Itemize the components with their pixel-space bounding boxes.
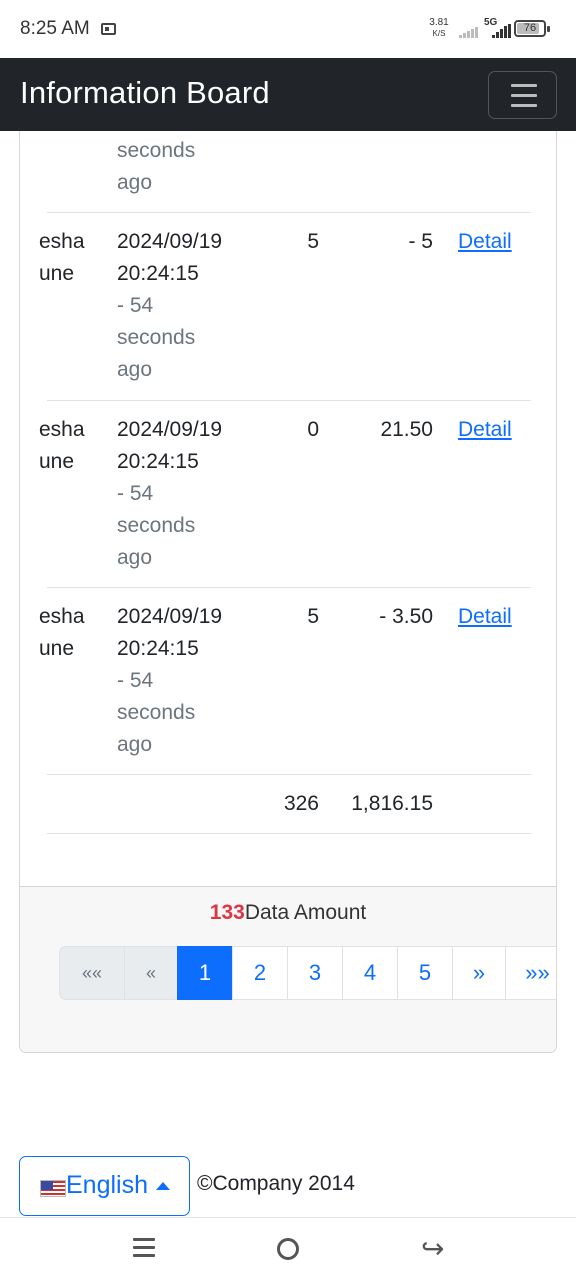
last-page-button[interactable]: »» bbox=[505, 946, 556, 1000]
battery-level: 76 bbox=[523, 22, 537, 34]
table-row-partial: seconds ago bbox=[47, 131, 531, 213]
amount-cell: 21.50 bbox=[380, 418, 433, 441]
data-count: 133 bbox=[209, 901, 245, 924]
wifi-signal-icon bbox=[459, 24, 479, 38]
data-amount-summary: 133Data Amount bbox=[20, 901, 556, 925]
hamburger-menu-icon bbox=[511, 84, 537, 87]
table-row: esha une 2024/09/19 20:24:15 - 54 second… bbox=[39, 213, 531, 401]
copyright-text: ©Company 2014 bbox=[197, 1172, 355, 1195]
amount-cell: - 5 bbox=[408, 230, 433, 253]
quantity-cell: 0 bbox=[307, 418, 319, 441]
date-cell: 2024/09/19 20:24:15 - 54 seconds ago bbox=[117, 605, 223, 756]
recent-apps-icon[interactable] bbox=[133, 1238, 155, 1258]
network-speed-unit: K/S bbox=[432, 29, 446, 38]
detail-link[interactable]: Detail bbox=[458, 601, 512, 633]
table-row: esha une 2024/09/19 20:24:15 - 54 second… bbox=[39, 401, 531, 588]
caret-up-icon bbox=[156, 1182, 170, 1190]
page-5-button[interactable]: 5 bbox=[397, 946, 453, 1000]
navbar-brand[interactable]: Information Board bbox=[20, 75, 270, 111]
top-navbar: Information Board bbox=[0, 58, 576, 131]
language-select-button[interactable]: English bbox=[19, 1156, 190, 1216]
detail-link[interactable]: Detail bbox=[458, 226, 512, 258]
prev-page-button[interactable]: « bbox=[124, 946, 178, 1000]
table-row: esha une 2024/09/19 20:24:15 - 54 second… bbox=[39, 588, 531, 775]
page-1-button[interactable]: 1 bbox=[177, 946, 233, 1000]
back-icon[interactable]: ↩ bbox=[421, 1232, 444, 1265]
home-icon[interactable] bbox=[277, 1238, 299, 1260]
us-flag-icon bbox=[40, 1180, 66, 1197]
next-page-button[interactable]: » bbox=[452, 946, 506, 1000]
system-navigation-bar: ↩ bbox=[0, 1217, 576, 1280]
table-totals-row: 326 1,816.15 bbox=[47, 775, 531, 834]
name-cell: esha une bbox=[39, 418, 85, 473]
amount-cell: - 3.50 bbox=[379, 605, 433, 628]
data-amount-label: Data Amount bbox=[244, 901, 367, 924]
detail-link[interactable]: Detail bbox=[458, 414, 512, 446]
data-card: seconds ago esha une 2024/09/19 20:24:15… bbox=[19, 131, 557, 1053]
quantity-cell: 5 bbox=[307, 230, 319, 253]
quantity-cell: 5 bbox=[307, 605, 319, 628]
name-cell: esha une bbox=[39, 230, 85, 285]
total-amount: 1,816.15 bbox=[351, 792, 433, 815]
cell-signal-icon bbox=[486, 24, 511, 38]
total-quantity: 326 bbox=[283, 792, 319, 815]
page-2-button[interactable]: 2 bbox=[232, 946, 288, 1000]
name-cell: esha une bbox=[39, 605, 85, 660]
relative-time: seconds bbox=[117, 139, 196, 162]
card-footer: 133Data Amount «« « 1 2 3 4 5 » »» bbox=[20, 886, 556, 1052]
status-bar: 8:25 AM 3.81 K/S 5G 76 bbox=[0, 0, 576, 58]
page-4-button[interactable]: 4 bbox=[342, 946, 398, 1000]
relative-time: ago bbox=[117, 171, 153, 194]
date-cell: 2024/09/19 20:24:15 - 54 seconds ago bbox=[117, 230, 223, 381]
battery-icon: 76 bbox=[514, 20, 550, 37]
page-3-button[interactable]: 3 bbox=[287, 946, 343, 1000]
pagination: «« « 1 2 3 4 5 » »» bbox=[59, 946, 556, 1000]
first-page-button[interactable]: «« bbox=[59, 946, 125, 1000]
status-time: 8:25 AM bbox=[20, 18, 90, 39]
date-cell: 2024/09/19 20:24:15 - 54 seconds ago bbox=[117, 418, 223, 569]
sim-card-icon bbox=[101, 23, 116, 35]
network-speed: 3.81 K/S bbox=[427, 17, 451, 39]
language-label: English bbox=[66, 1171, 148, 1199]
navbar-toggle-button[interactable] bbox=[488, 71, 557, 119]
network-speed-value: 3.81 bbox=[429, 17, 449, 28]
